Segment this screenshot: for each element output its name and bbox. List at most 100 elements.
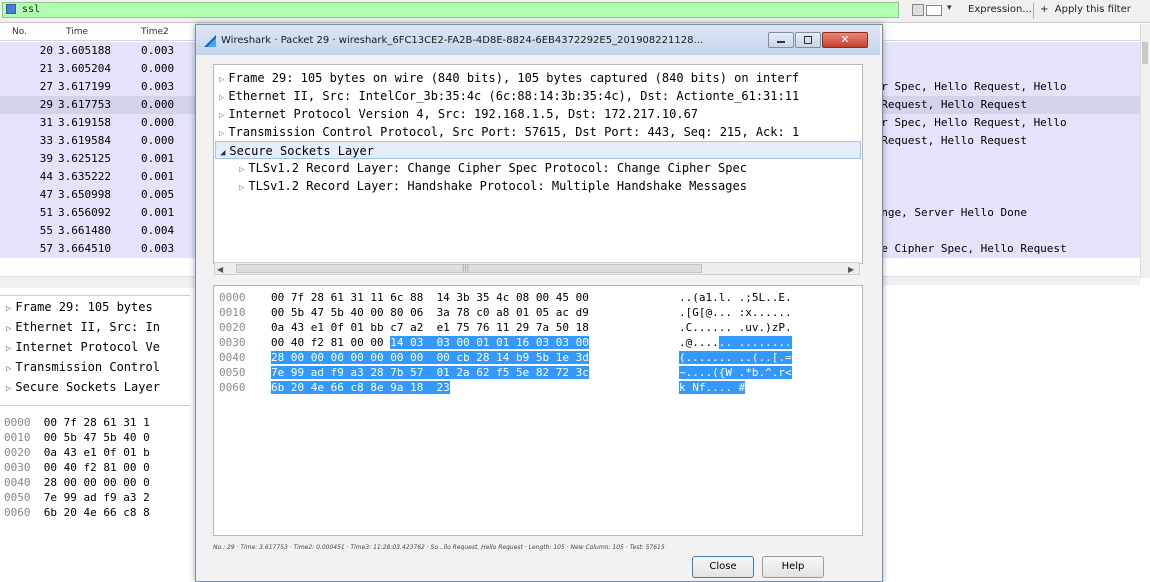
apply-filter-button[interactable]: + Apply this filter — [1040, 4, 1131, 15]
packet-info: her Spec, Hello Request, Hello — [868, 80, 1067, 93]
packet-time2: 0.001 — [141, 170, 175, 183]
expand-triangle-icon[interactable]: ▷ — [219, 75, 224, 85]
protocol-tree-label: TLSv1.2 Record Layer: Handshake Protocol… — [248, 179, 747, 193]
hex-ascii[interactable]: .[G[@... :x...... — [679, 305, 792, 320]
packet-info: hange, Server Hello Done — [868, 206, 1027, 219]
hex-bytes[interactable]: 0a 43 e1 0f 01 bb c7 a2 e1 75 76 11 29 7… — [271, 320, 589, 335]
protocol-tree-item[interactable]: ◢ Secure Sockets Layer — [215, 141, 861, 159]
details-row[interactable]: ▷ Transmission Control — [6, 360, 160, 374]
packet-time: 3.664510 — [58, 242, 111, 255]
packet-status-line: No.: 29 · Time: 3.617753 · Time2: 0.0004… — [213, 544, 665, 551]
protocol-tree-item[interactable]: ▷ TLSv1.2 Record Layer: Handshake Protoco… — [239, 177, 747, 195]
packet-number: 27 — [39, 80, 53, 93]
column-header-no[interactable]: No. — [12, 27, 27, 37]
packet-info: nge Cipher Spec, Hello Request — [868, 242, 1067, 255]
expand-triangle-icon[interactable]: ▷ — [219, 111, 224, 121]
hex-row: 0030 00 40 f2 81 00 00 14 03 03 00 01 01 … — [214, 335, 860, 350]
expand-triangle-icon[interactable]: ▷ — [6, 304, 11, 314]
packet-number: 39 — [39, 152, 53, 165]
display-filter-input[interactable] — [2, 2, 899, 18]
hex-ascii-highlight: k Nf.... # — [679, 381, 746, 394]
packet-number: 44 — [39, 170, 53, 183]
apply-filter-label: Apply this filter — [1054, 4, 1131, 15]
hex-bytes[interactable]: 6b 20 4e 66 c8 8e 9a 18 23 — [271, 380, 450, 395]
hex-ascii-highlight: (....... ..(..[.= — [679, 351, 792, 364]
hex-ascii[interactable]: .@...... ........ — [679, 335, 792, 350]
maximize-button[interactable] — [795, 32, 821, 48]
expand-triangle-icon[interactable]: ▷ — [6, 324, 11, 334]
packet-time2: 0.001 — [141, 206, 175, 219]
filter-history-dropdown[interactable]: ▾ — [947, 3, 952, 13]
details-row[interactable]: ▷ Ethernet II, Src: In — [6, 320, 160, 334]
hex-dump-pane: 0000 00 7f 28 61 31 11 6c 88 14 3b 35 4c … — [213, 285, 863, 536]
hex-ascii[interactable]: (....... ..(..[.= — [679, 350, 792, 365]
column-header-time[interactable]: Time — [66, 27, 88, 37]
scroll-right-arrow-icon[interactable]: ▶ — [848, 265, 854, 274]
help-button[interactable]: Help — [762, 556, 824, 578]
protocol-tree-item[interactable]: ▷ Transmission Control Protocol, Src Port… — [219, 123, 799, 141]
hex-ascii-plain: .C...... .uv.)zP. — [679, 321, 792, 334]
packet-time2: 0.004 — [141, 224, 175, 237]
expand-triangle-icon[interactable]: ▷ — [219, 129, 224, 139]
packet-time2: 0.000 — [141, 98, 175, 111]
details-row[interactable]: ▷ Frame 29: 105 bytes — [6, 300, 153, 314]
column-header-time2[interactable]: Time2 — [141, 27, 169, 37]
close-button[interactable]: Close — [692, 556, 754, 578]
expand-triangle-icon[interactable]: ▷ — [239, 165, 244, 175]
collapse-triangle-icon[interactable]: ◢ — [220, 148, 225, 158]
packet-number: 21 — [39, 62, 53, 75]
packet-list-vscroll-thumb[interactable] — [1142, 42, 1148, 64]
filter-bookmark-icon[interactable] — [912, 4, 924, 16]
window-close-button[interactable]: ✕ — [822, 32, 868, 48]
scroll-left-arrow-icon[interactable]: ◀ — [217, 265, 223, 274]
hex-row: 0040 28 00 00 00 00 00 00 00 00 cb 28 14 … — [214, 350, 860, 365]
protocol-tree-item[interactable]: ▷ Internet Protocol Version 4, Src: 192.1… — [219, 105, 698, 123]
packet-bytes-pane: 0000 00 7f 28 61 31 1 0010 00 5b 47 5b 4… — [0, 405, 190, 581]
protocol-tree-label: TLSv1.2 Record Layer: Change Cipher Spec… — [248, 161, 747, 175]
packet-info: her Spec, Hello Request, Hello — [868, 116, 1067, 129]
packet-number: 55 — [39, 224, 53, 237]
hex-offset: 0000 — [219, 291, 246, 304]
hex-bytes[interactable]: 00 40 f2 81 00 00 14 03 03 00 01 01 16 0… — [271, 335, 589, 350]
minimize-icon — [777, 41, 785, 43]
expand-triangle-icon[interactable]: ▷ — [6, 344, 11, 354]
hex-ascii[interactable]: .C...... .uv.)zP. — [679, 320, 792, 335]
clear-filter-icon[interactable] — [926, 5, 942, 16]
details-row[interactable]: ▷ Internet Protocol Ve — [6, 340, 160, 354]
hex-row: 0020 0a 43 e1 0f 01 bb c7 a2 e1 75 76 11 … — [214, 320, 860, 335]
hex-ascii[interactable]: ..(a1.l. .;5L..E. — [679, 290, 792, 305]
maximize-icon — [804, 36, 812, 44]
expand-triangle-icon[interactable]: ▷ — [6, 364, 11, 374]
hex-bytes[interactable]: 00 7f 28 61 31 11 6c 88 14 3b 35 4c 08 0… — [271, 290, 589, 305]
expand-triangle-icon[interactable]: ▷ — [6, 384, 11, 394]
hex-offset: 0030 — [219, 336, 246, 349]
hex-ascii[interactable]: ~....({W .*b.^.r< — [679, 365, 792, 380]
hex-ascii-highlight: ~....({W .*b.^.r< — [679, 366, 792, 379]
hex-ascii-highlight: .. ........ — [718, 336, 792, 349]
hex-bytes[interactable]: 28 00 00 00 00 00 00 00 00 cb 28 14 b9 5… — [271, 350, 589, 365]
packet-time: 3.650998 — [58, 188, 111, 201]
details-row[interactable]: ▷ Secure Sockets Layer — [6, 380, 160, 394]
hex-bytes-plain: 00 40 f2 81 00 00 — [271, 336, 391, 349]
protocol-tree-label: Frame 29: 105 bytes on wire (840 bits), … — [228, 71, 800, 85]
hex-bytes[interactable]: 7e 99 ad f9 a3 28 7b 57 01 2a 62 f5 5e 8… — [271, 365, 589, 380]
protocol-tree-label: Secure Sockets Layer — [229, 144, 374, 158]
bytes-row: 0040 28 00 00 00 00 0 — [4, 476, 150, 489]
expand-triangle-icon[interactable]: ▷ — [219, 93, 224, 103]
expand-triangle-icon[interactable]: ▷ — [239, 183, 244, 193]
hex-bytes-highlight: 6b 20 4e 66 c8 8e 9a 18 23 — [271, 381, 450, 394]
packet-details-pane: ▷ Frame 29: 105 bytes ▷ Ethernet II, Src: … — [0, 295, 190, 402]
hex-ascii[interactable]: k Nf.... # — [679, 380, 746, 395]
protocol-tree-item[interactable]: ▷ Frame 29: 105 bytes on wire (840 bits),… — [219, 69, 799, 87]
bookmark-icon[interactable] — [6, 4, 16, 14]
protocol-tree-item[interactable]: ▷ TLSv1.2 Record Layer: Change Cipher Spe… — [239, 159, 747, 177]
hex-offset: 0020 — [219, 321, 246, 334]
minimize-button[interactable] — [768, 32, 794, 48]
hex-bytes-highlight: 28 00 00 00 00 00 00 00 00 cb 28 14 b9 5… — [271, 351, 589, 364]
expression-button[interactable]: Expression... — [968, 4, 1032, 15]
hex-bytes-highlight: 14 03 03 00 01 01 16 03 03 00 — [390, 336, 589, 349]
packet-time2: 0.003 — [141, 44, 175, 57]
display-filter-text[interactable]: ssl — [22, 4, 40, 15]
hex-bytes[interactable]: 00 5b 47 5b 40 00 80 06 3a 78 c0 a8 01 0… — [271, 305, 589, 320]
protocol-tree-item[interactable]: ▷ Ethernet II, Src: IntelCor_3b:35:4c (6c… — [219, 87, 799, 105]
